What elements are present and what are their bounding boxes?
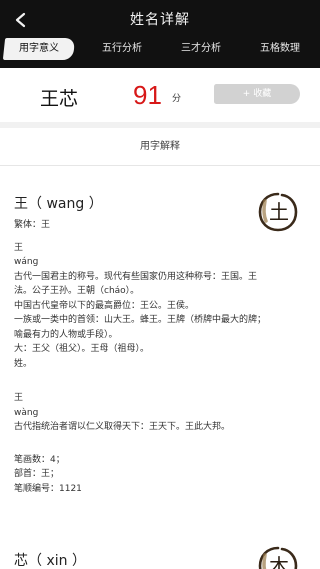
full-name: 王芯 bbox=[40, 88, 79, 110]
top-header: 姓名详解 用字意义 五行分析 三才分析 五格数理 bbox=[0, 0, 320, 68]
tab-five-elements[interactable]: 五行分析 bbox=[94, 38, 150, 60]
text-line bbox=[14, 371, 304, 391]
text-line: 笔顺编号：1121 bbox=[14, 483, 82, 494]
text-line: 一族或一类中的首领：山大王。蜂王。王牌（桥牌中最大的牌； bbox=[14, 315, 267, 325]
text-line: 古代一国君主的称号。现代有些国家仍用这种称号：王国。王 bbox=[14, 271, 258, 282]
text-line: 法。公子王孙。王朝（cháo）。 bbox=[14, 286, 140, 296]
name-score: 91 bbox=[133, 80, 162, 110]
tab-three-talents[interactable]: 三才分析 bbox=[173, 38, 229, 60]
text-line: wàng bbox=[14, 407, 39, 418]
tab-character-meaning[interactable]: 用字意义 bbox=[2, 38, 76, 60]
text-line: 王 bbox=[14, 393, 24, 403]
tab-five-grids[interactable]: 五格数理 bbox=[252, 38, 308, 60]
svg-text:木: 木 bbox=[269, 554, 289, 569]
text-line: 姓。 bbox=[14, 358, 33, 369]
text-line: 中国古代皇帝以下的最高爵位：王公。王侯。 bbox=[14, 300, 195, 311]
character-explanation: 繁体：王 王 wáng 古代一国君主的称号。现代有些国家仍用这种称号：王国。王 … bbox=[14, 218, 304, 496]
score-unit: 分 bbox=[172, 94, 182, 104]
text-line: 繁体：王 bbox=[14, 220, 51, 230]
page-title: 姓名详解 bbox=[130, 12, 190, 28]
text-line: 古代指统治者谓以仁义取得天下：王天下。王此大邦。 bbox=[14, 422, 231, 432]
tab-bar: 用字意义 五行分析 三才分析 五格数理 bbox=[0, 38, 320, 60]
name-score-row: 王芯 91 分 + 收藏 bbox=[0, 68, 320, 122]
text-line bbox=[14, 435, 304, 453]
section-title: 用字解释 bbox=[0, 128, 320, 166]
text-line: 笔画数：4； bbox=[14, 454, 65, 465]
character-entry-title: 芯（ xin ） bbox=[14, 553, 86, 569]
text-line: wáng bbox=[14, 257, 39, 267]
text-line: 王 bbox=[14, 242, 24, 253]
favorite-button[interactable]: + 收藏 bbox=[214, 84, 300, 104]
text-line: 大：王父（祖父）。王母（祖母）。 bbox=[14, 344, 150, 354]
text-line bbox=[14, 233, 304, 241]
text-line: 部首：王； bbox=[14, 469, 60, 479]
element-seal-icon: 木 bbox=[256, 544, 300, 569]
text-line: 喻最有力的人物或手段）。 bbox=[14, 329, 118, 340]
character-entry-title: 王（ wang ） bbox=[14, 196, 103, 212]
